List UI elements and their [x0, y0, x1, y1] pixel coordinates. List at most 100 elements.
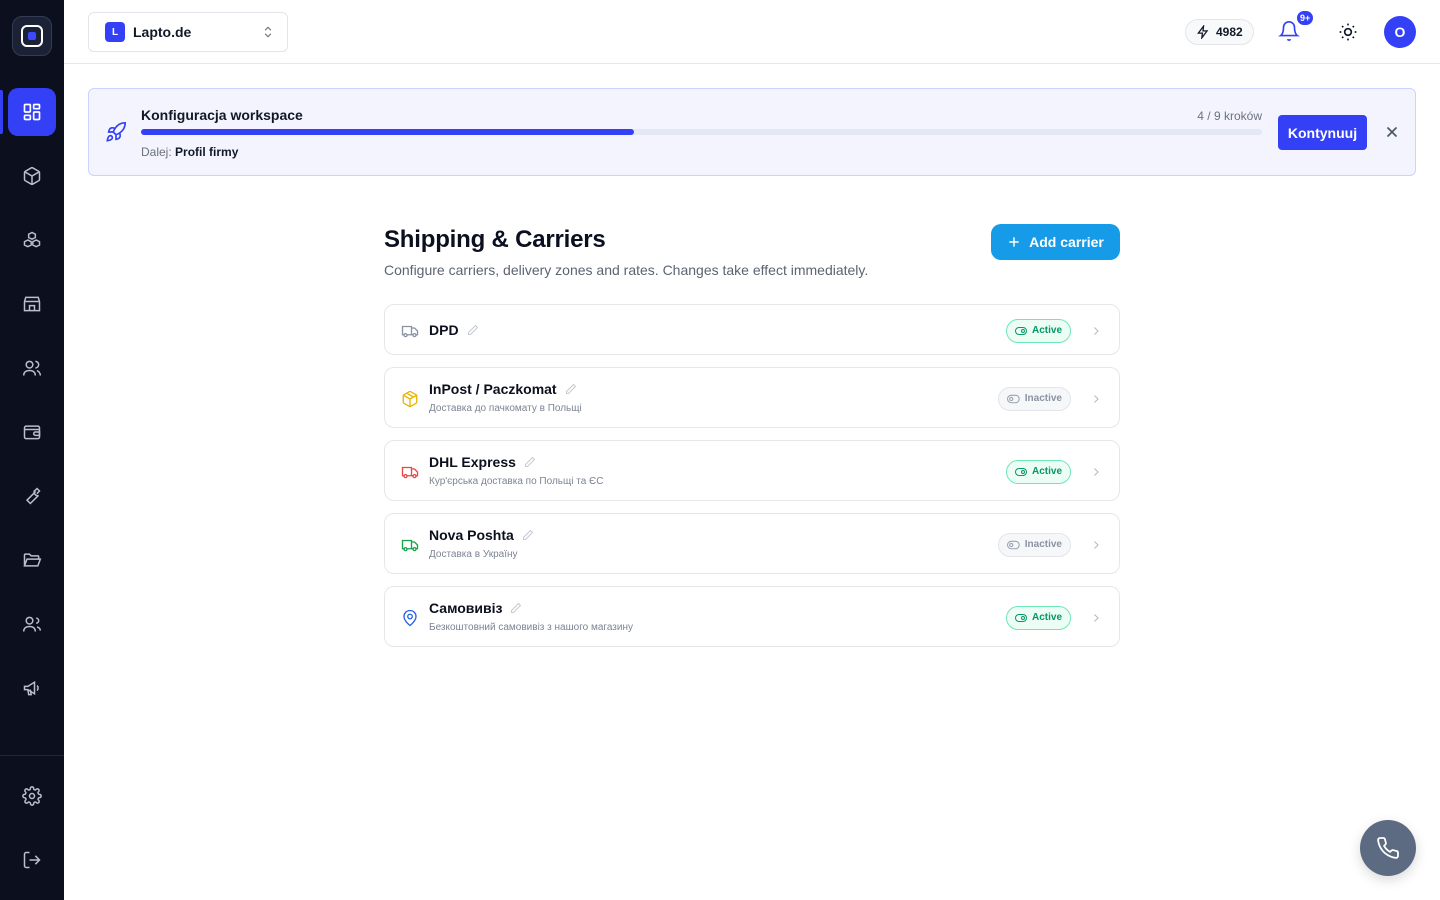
rocket-icon [106, 122, 126, 142]
boxes-icon [23, 231, 41, 248]
user-avatar[interactable]: O [1384, 16, 1416, 48]
status-label: Active [1031, 325, 1062, 336]
logo-dot [28, 32, 36, 40]
toggle-icon [1015, 613, 1027, 622]
status-label: Active [1031, 466, 1062, 477]
carrier-row[interactable]: Самовивіз Безкоштовний самовивіз з нашог… [384, 586, 1120, 647]
sidebar-item-tools[interactable] [8, 472, 56, 520]
folder-open-icon [23, 553, 42, 567]
logo-mark [21, 25, 43, 47]
next-label: Dalej: [141, 145, 172, 159]
carrier-name: Nova Poshta [429, 527, 514, 543]
chevron-right-icon[interactable] [1090, 466, 1102, 478]
notifications-badge: 9+ [1296, 10, 1315, 26]
onboarding-steps: 4 / 9 kroków [1197, 109, 1262, 123]
add-carrier-button[interactable]: Add carrier [991, 224, 1120, 260]
package-icon [23, 166, 41, 186]
sidebar [0, 0, 64, 900]
onboarding-progress-fill [141, 129, 635, 135]
truck-icon [401, 536, 419, 554]
sidebar-item-customers[interactable] [8, 344, 56, 392]
package-icon [401, 390, 419, 408]
carrier-description: Доставка в Україну [429, 549, 518, 560]
theme-toggle[interactable] [1336, 20, 1360, 44]
status-label: Inactive [1024, 393, 1062, 404]
sidebar-item-team[interactable] [8, 600, 56, 648]
carrier-name-row: InPost / Paczkomat [429, 381, 577, 397]
carrier-description: Доставка до пачкомату в Польщі [429, 403, 582, 414]
logout-icon [23, 851, 41, 869]
edit-pencil-icon[interactable] [524, 456, 536, 468]
carrier-name: Самовивіз [429, 600, 503, 616]
add-carrier-label: Add carrier [1029, 234, 1104, 250]
carrier-name: DPD [429, 321, 459, 338]
onboarding-title: Konfiguracja workspace [141, 107, 303, 123]
sidebar-item-dashboard[interactable] [8, 88, 56, 136]
call-support-button[interactable] [1360, 820, 1416, 876]
sidebar-item-finance[interactable] [8, 408, 56, 456]
sidebar-item-marketing[interactable] [8, 664, 56, 712]
onboarding-banner: Konfiguracja workspace 4 / 9 kroków Dale… [88, 88, 1416, 176]
carrier-row[interactable]: DPD Active [384, 304, 1120, 355]
chevron-right-icon[interactable] [1090, 393, 1102, 405]
bell-icon [1278, 21, 1300, 41]
carrier-name-row: Nova Poshta [429, 527, 534, 543]
toggle-icon [1015, 467, 1027, 476]
sidebar-item-settings[interactable] [8, 772, 56, 820]
sidebar-item-inventory[interactable] [8, 216, 56, 264]
sidebar-item-logout[interactable] [8, 836, 56, 884]
edit-pencil-icon[interactable] [565, 383, 577, 395]
carrier-row[interactable]: InPost / Paczkomat Доставка до пачкомату… [384, 367, 1120, 428]
dashboard-icon [23, 103, 41, 121]
page-title: Shipping & Carriers [384, 226, 606, 253]
onboarding-next: Dalej: Profil firmy [141, 145, 238, 159]
toggle-icon [1015, 326, 1027, 335]
edit-pencil-icon[interactable] [467, 324, 479, 336]
chevron-right-icon[interactable] [1090, 325, 1102, 337]
carrier-name-row: DPD [429, 322, 479, 338]
sidebar-item-products[interactable] [8, 152, 56, 200]
wrench-icon [25, 487, 41, 505]
toggle-icon [1007, 540, 1020, 549]
sidebar-divider [0, 755, 64, 756]
status-label: Inactive [1024, 539, 1062, 550]
edit-pencil-icon[interactable] [522, 529, 534, 541]
carrier-row[interactable]: DHL Express Кур'єрська доставка по Польщ… [384, 440, 1120, 501]
close-icon[interactable] [1383, 123, 1401, 141]
page-subtitle: Configure carriers, delivery zones and r… [384, 262, 869, 278]
edit-pencil-icon[interactable] [510, 602, 522, 614]
status-badge[interactable]: Active [1006, 318, 1071, 343]
chevron-right-icon[interactable] [1090, 612, 1102, 624]
status-badge[interactable]: Active [1006, 605, 1071, 630]
carrier-name: InPost / Paczkomat [429, 381, 557, 397]
phone-icon [1377, 837, 1399, 859]
workspace-selector[interactable]: L Lapto.de [88, 12, 288, 52]
active-nav-indicator [0, 90, 3, 134]
carrier-name: DHL Express [429, 454, 516, 470]
sun-icon [1339, 23, 1357, 41]
map-pin-icon [401, 609, 419, 627]
truck-icon [401, 322, 419, 340]
lightning-icon [1197, 25, 1209, 39]
team-icon [22, 616, 42, 632]
carrier-description: Кур'єрська доставка по Польщі та ЄС [429, 476, 604, 487]
app-logo[interactable] [12, 16, 52, 56]
onboarding-progress-track [141, 129, 1262, 135]
status-badge[interactable]: Active [1006, 459, 1071, 484]
status-badge[interactable]: Inactive [998, 532, 1071, 557]
carrier-row[interactable]: Nova Poshta Доставка в Україну Inactive [384, 513, 1120, 574]
chevrons-up-down-icon [264, 26, 272, 38]
credits-counter[interactable]: 4982 [1185, 19, 1254, 45]
carrier-description: Безкоштовний самовивіз з нашого магазину [429, 622, 633, 633]
carrier-name-row: Самовивіз [429, 600, 522, 616]
sidebar-item-store[interactable] [8, 280, 56, 328]
status-badge[interactable]: Inactive [998, 386, 1071, 411]
users-icon [22, 360, 42, 376]
status-label: Active [1031, 612, 1062, 623]
chevron-right-icon[interactable] [1090, 539, 1102, 551]
top-bar: L Lapto.de 4982 9+ O [64, 0, 1440, 64]
next-step-value: Profil firmy [175, 145, 239, 159]
sidebar-item-files[interactable] [8, 536, 56, 584]
workspace-name: Lapto.de [133, 24, 192, 40]
continue-button[interactable]: Kontynuuj [1278, 115, 1367, 150]
